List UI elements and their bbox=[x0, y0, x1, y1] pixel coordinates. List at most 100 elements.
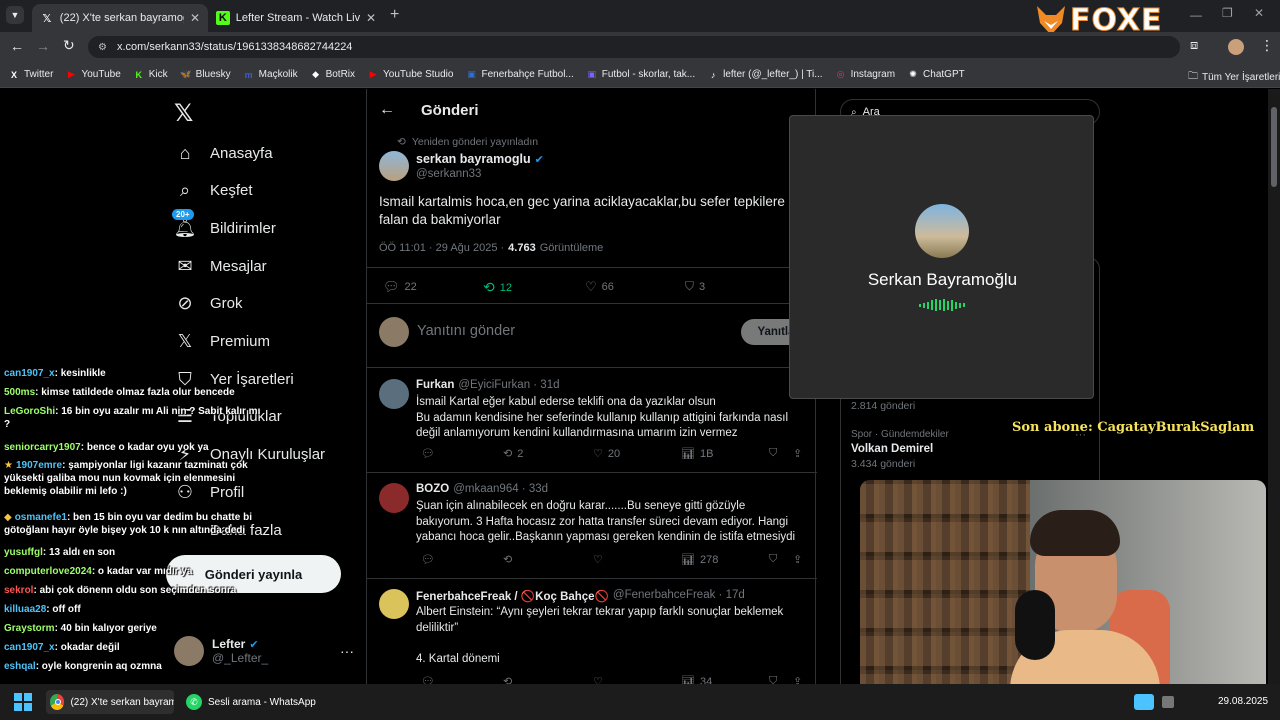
close-tab-icon[interactable]: ✕ bbox=[190, 11, 200, 25]
taskbar-chrome[interactable]: (22) X'te serkan bayram... bbox=[46, 690, 174, 714]
repost-action[interactable]: ⟲ 12 bbox=[483, 279, 512, 296]
tab-kick-stream[interactable]: K Lefter Stream - Watch Live on K ✕ bbox=[208, 4, 384, 32]
chat-message: ★ 1907emre: şampiyonlar ligi kazanır tazm… bbox=[4, 459, 248, 498]
post-author[interactable]: serkan bayramoglu ✔ bbox=[416, 152, 544, 166]
windows-start-icon[interactable] bbox=[14, 693, 32, 711]
like-action[interactable]: ♡ 66 bbox=[585, 279, 614, 295]
taskbar-date: 29.08.2025 bbox=[1218, 696, 1269, 707]
bookmark-item[interactable]: ◆ BotRix bbox=[310, 69, 355, 81]
repost-icon: ⟲ bbox=[397, 136, 406, 148]
nav-item-keşfet[interactable]: ⌕ Keşfet bbox=[174, 180, 253, 202]
avatar[interactable] bbox=[379, 483, 409, 513]
all-bookmarks[interactable]: 🗀 Tüm Yer İşaretleri bbox=[1188, 69, 1280, 86]
bookmark-item[interactable]: m Maçkolik bbox=[243, 69, 298, 81]
share-icon[interactable]: ⇪ bbox=[793, 675, 802, 684]
trend-item[interactable]: Spor · Gündemdekiler Volkan Demirel 3.43… bbox=[851, 429, 1091, 470]
chat-text: : kesinlikle bbox=[54, 368, 106, 379]
tab-search-button[interactable]: ▼ bbox=[6, 6, 24, 24]
bookmark-item[interactable]: ▣ Futbol - skorlar, tak... bbox=[586, 69, 695, 81]
bookmark-item[interactable]: X Twitter bbox=[8, 69, 53, 81]
nav-item-bildirimler[interactable]: 🔔︎ 20+ Bildirimler bbox=[172, 209, 276, 239]
nav-item-anasayfa[interactable]: ⌂ Anasayfa bbox=[174, 142, 273, 164]
tray-icon[interactable] bbox=[1134, 694, 1154, 710]
trend-count: 2.814 gönderi bbox=[851, 400, 916, 412]
repost-action[interactable]: ⟲ bbox=[503, 553, 517, 566]
bookmark-item[interactable]: K Kick bbox=[133, 69, 168, 81]
views-action[interactable]: 📊︎ 1B bbox=[681, 447, 713, 461]
taskbar-whatsapp[interactable]: ✆ Sesli arama - WhatsApp bbox=[182, 690, 322, 714]
post-handle[interactable]: @serkann33 bbox=[416, 168, 481, 180]
reply-tweet[interactable]: Furkan @EyiciFurkan · 31d İsmail Kartal eğ… bbox=[367, 371, 817, 473]
bookmark-icon[interactable]: ⛉ bbox=[769, 447, 777, 460]
reply-tweet[interactable]: BOZO @mkaan964 · 33d Şuan için alınabilece… bbox=[367, 475, 817, 579]
whatsapp-icon: ✆ bbox=[186, 694, 202, 710]
heart-icon: ♡ bbox=[585, 279, 597, 294]
avatar bbox=[174, 636, 204, 666]
heart-action[interactable]: ♡ bbox=[593, 675, 608, 684]
bookmark-item[interactable]: ▶ YouTube bbox=[65, 69, 121, 81]
reply-tweet[interactable]: FenerbahceFreak / 🚫Koç Bahçe🚫 @Fenerbahce… bbox=[367, 581, 817, 684]
profile-avatar[interactable] bbox=[1228, 39, 1244, 55]
bookmark-favicon-icon: ▣ bbox=[587, 69, 596, 79]
reply-action[interactable]: 💬︎ bbox=[421, 553, 440, 566]
window-minimize-button[interactable]: — bbox=[1190, 8, 1202, 22]
repost-action[interactable]: ⟲ bbox=[503, 675, 517, 684]
bookmark-item[interactable]: ✺ ChatGPT bbox=[907, 69, 964, 81]
more-icon[interactable]: ··· bbox=[340, 643, 354, 659]
menu-kebab-icon[interactable]: ⋮ bbox=[1260, 37, 1274, 54]
views-action[interactable]: 📊︎ 34 bbox=[681, 675, 712, 685]
bookmark-favicon-icon: 🦋 bbox=[180, 69, 192, 79]
bookmark-item[interactable]: ▶ YouTube Studio bbox=[367, 69, 454, 81]
repost-action[interactable]: ⟲ 2 bbox=[503, 447, 523, 461]
site-info-icon[interactable]: ⚙ bbox=[98, 42, 107, 53]
reply-action[interactable]: 💬︎ bbox=[421, 675, 440, 684]
extensions-icon[interactable]: ⧈ bbox=[1190, 37, 1198, 53]
window-close-button[interactable]: ✕ bbox=[1254, 6, 1264, 20]
share-icon[interactable]: ⇪ bbox=[793, 447, 802, 460]
bookmark-item[interactable]: ◎ Instagram bbox=[835, 69, 895, 81]
bookmark-favicon-icon: X bbox=[10, 69, 17, 80]
new-tab-button[interactable]: + bbox=[390, 6, 399, 24]
heart-icon: ♡ bbox=[593, 676, 603, 684]
chat-text: : okadar değil bbox=[54, 642, 120, 653]
address-bar[interactable]: ⚙ x.com/serkann33/status/196133834868274… bbox=[88, 36, 1180, 58]
back-arrow-icon[interactable]: ← bbox=[10, 38, 24, 54]
bookmark-item[interactable]: ▣ Fenerbahçe Futbol... bbox=[465, 69, 574, 81]
heart-action[interactable]: ♡ bbox=[593, 553, 608, 566]
heart-action[interactable]: ♡ 20 bbox=[593, 447, 620, 461]
chat-message: LeGoroShi: 16 bin oyu azalır mı Ali nin … bbox=[4, 405, 260, 431]
reload-icon[interactable]: ↻ bbox=[63, 37, 75, 54]
chat-username: yusuffgl bbox=[4, 547, 43, 558]
chat-message: can1907_x: okadar değil bbox=[4, 641, 120, 654]
nav-item-grok[interactable]: ⊘ Grok bbox=[174, 293, 242, 315]
reply-action[interactable]: 💬︎ 22 bbox=[383, 279, 417, 295]
views-action[interactable]: 📊︎ 278 bbox=[681, 553, 718, 567]
verified-badge-icon: ✔ bbox=[249, 638, 259, 651]
bookmark-item[interactable]: ♪ lefter (@_lefter_) | Ti... bbox=[707, 69, 823, 81]
tray-icon[interactable] bbox=[1162, 696, 1174, 708]
account-switcher[interactable]: Lefter ✔ @_Lefter_ ··· bbox=[174, 633, 354, 669]
chat-username: 1907emre bbox=[15, 460, 63, 471]
nav-item-mesajlar[interactable]: ✉ Mesajlar bbox=[174, 255, 266, 277]
window-maximize-button[interactable]: ❐ bbox=[1222, 6, 1233, 20]
tab-x-post[interactable]: 𝕏 (22) X'te serkan bayramoglu: "Is ✕ bbox=[32, 4, 208, 32]
x-logo-icon[interactable]: 𝕏 bbox=[174, 99, 193, 128]
bookmark-icon[interactable]: ⛉ bbox=[769, 675, 777, 684]
avatar[interactable] bbox=[379, 151, 409, 181]
back-button[interactable]: ← bbox=[379, 101, 395, 119]
bookmark-icon[interactable]: ⛉ bbox=[769, 553, 777, 566]
heart-icon: ♡ bbox=[593, 448, 603, 460]
close-tab-icon[interactable]: ✕ bbox=[366, 11, 376, 25]
page-title: Gönderi bbox=[421, 102, 479, 119]
reply-action[interactable]: 💬︎ bbox=[421, 447, 440, 460]
bookmark-item[interactable]: 🦋 Bluesky bbox=[180, 69, 231, 81]
avatar[interactable] bbox=[379, 379, 409, 409]
forward-arrow-icon[interactable]: → bbox=[36, 38, 50, 54]
scrollbar[interactable] bbox=[1268, 89, 1280, 684]
bookmark-favicon-icon: ♪ bbox=[710, 69, 716, 80]
bookmark-action[interactable]: ⛉ 3 bbox=[685, 279, 705, 294]
nav-item-premium[interactable]: 𝕏 Premium bbox=[174, 331, 270, 353]
share-icon[interactable]: ⇪ bbox=[793, 553, 802, 566]
avatar[interactable] bbox=[379, 589, 409, 619]
reply-input[interactable]: Yanıtını gönder bbox=[417, 323, 515, 339]
